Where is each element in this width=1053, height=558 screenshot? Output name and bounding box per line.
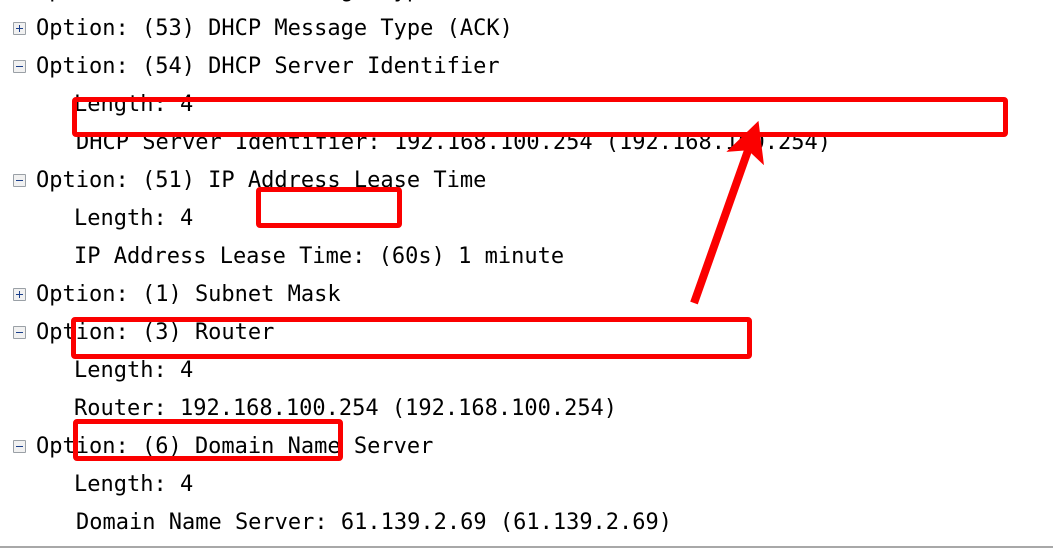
- tree-row[interactable]: Length: 4: [0, 352, 1053, 390]
- tree-row-label: Option: (51) IP Address Lease Time: [36, 168, 487, 193]
- tree-row-label: Length: 4: [74, 206, 194, 231]
- tree-row[interactable]: Length: 4: [0, 466, 1053, 504]
- tree-row[interactable]: Option: (53) DHCP Message Type (ACK): [0, 0, 1053, 10]
- tree-row[interactable]: DHCP Server Identifier: 192.168.100.254 …: [0, 124, 1053, 162]
- packet-details-pane: Option: (53) DHCP Message Type (ACK) Opt…: [0, 0, 1053, 558]
- tree-row-label: Option: (53) DHCP Message Type (ACK): [36, 0, 513, 10]
- tree-row[interactable]: Option: (1) Subnet Mask: [0, 276, 1053, 314]
- tree-row-label: Option: (54) DHCP Server Identifier: [36, 54, 500, 79]
- dhcp-options-tree[interactable]: Option: (53) DHCP Message Type (ACK) Opt…: [0, 0, 1053, 558]
- tree-row-label: Option: (3) Router: [36, 320, 275, 345]
- tree-row-label: Domain Name Server: 61.139.2.69 (61.139.…: [76, 510, 673, 535]
- tree-row[interactable]: Length: 4: [0, 200, 1053, 238]
- pane-divider: [0, 546, 1053, 558]
- tree-row-label: IP Address Lease Time: (60s) 1 minute: [74, 244, 565, 269]
- tree-row[interactable]: Option: (53) DHCP Message Type (ACK): [0, 10, 1053, 48]
- tree-row[interactable]: IP Address Lease Time: (60s) 1 minute: [0, 238, 1053, 276]
- tree-row[interactable]: Option: (51) IP Address Lease Time: [0, 162, 1053, 200]
- tree-row-label: Length: 4: [74, 92, 194, 117]
- tree-row[interactable]: Option: (3) Router: [0, 314, 1053, 352]
- collapse-minus-icon[interactable]: [13, 60, 26, 73]
- collapse-minus-icon[interactable]: [13, 440, 26, 453]
- tree-row[interactable]: Router: 192.168.100.254 (192.168.100.254…: [0, 390, 1053, 428]
- tree-row[interactable]: Length: 4: [0, 86, 1053, 124]
- tree-row[interactable]: Option: (6) Domain Name Server: [0, 428, 1053, 466]
- tree-row[interactable]: Option: (54) DHCP Server Identifier: [0, 48, 1053, 86]
- expand-plus-icon[interactable]: [13, 288, 26, 301]
- tree-row-label: Length: 4: [74, 358, 194, 383]
- collapse-minus-icon[interactable]: [13, 326, 26, 339]
- tree-row-label: Option: (53) DHCP Message Type (ACK): [36, 16, 513, 41]
- expand-plus-icon[interactable]: [13, 22, 26, 35]
- tree-row-label: DHCP Server Identifier: 192.168.100.254 …: [76, 130, 831, 155]
- tree-row-label: Router: 192.168.100.254 (192.168.100.254…: [74, 396, 618, 421]
- tree-row-label: Option: (1) Subnet Mask: [36, 282, 341, 307]
- tree-row[interactable]: Domain Name Server: 61.139.2.69 (61.139.…: [0, 504, 1053, 542]
- tree-row-label: Length: 4: [74, 472, 194, 497]
- collapse-minus-icon[interactable]: [13, 174, 26, 187]
- tree-row-label: Option: (6) Domain Name Server: [36, 434, 434, 459]
